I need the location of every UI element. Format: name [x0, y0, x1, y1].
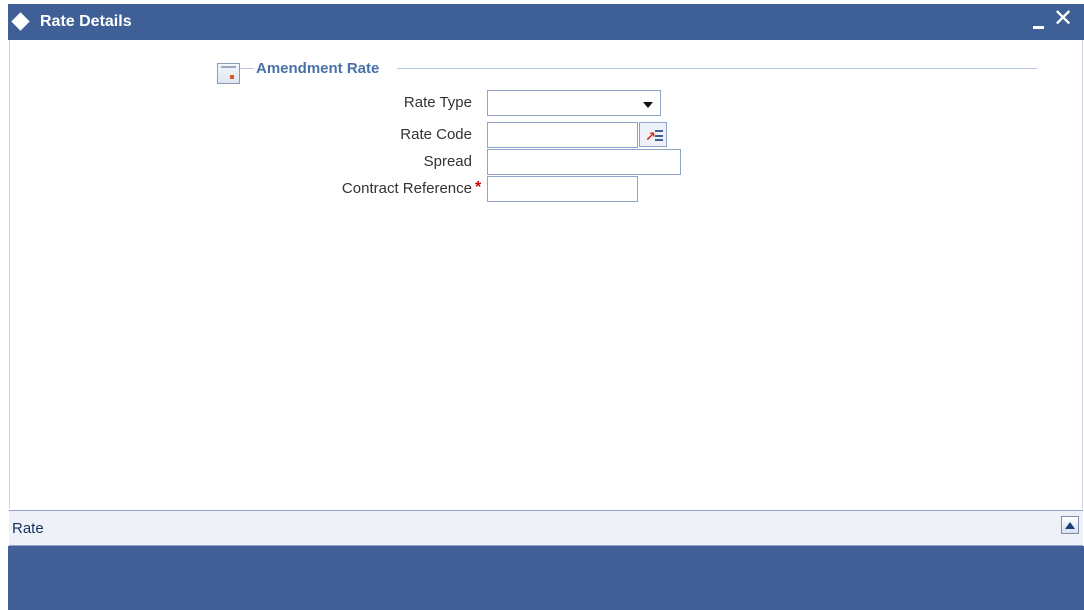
rate-type-select[interactable] — [487, 90, 661, 116]
rate-code-input[interactable] — [487, 122, 638, 148]
section-divider-left — [240, 68, 254, 69]
rate-details-window: Rate Details ✕ Amendment Rate Rate Type … — [8, 4, 1084, 610]
section-collapse-icon[interactable] — [217, 63, 240, 84]
rate-code-lookup-button[interactable]: ↗ — [639, 122, 667, 147]
scroll-up-icon[interactable] — [1061, 516, 1079, 534]
spread-label: Spread — [423, 153, 472, 170]
spread-input[interactable] — [487, 149, 681, 175]
rate-type-label: Rate Type — [403, 94, 472, 111]
required-indicator: * — [475, 179, 482, 196]
contract-reference-label: Contract Reference — [341, 180, 472, 197]
section-title: Amendment Rate — [256, 60, 380, 77]
form-content: Amendment Rate Rate Type Rate Code ↗ Spr… — [9, 40, 1083, 508]
rate-code-label: Rate Code — [400, 126, 472, 143]
section-divider — [397, 68, 1037, 69]
window-title: Rate Details — [40, 13, 132, 30]
minimize-button[interactable] — [1028, 7, 1050, 33]
bottom-tab-bar: Rate — [9, 510, 1083, 546]
diamond-icon — [11, 12, 30, 31]
list-lines-icon — [655, 130, 663, 141]
chevron-down-icon — [643, 102, 653, 108]
contract-reference-input[interactable] — [487, 176, 638, 202]
close-button[interactable]: ✕ — [1052, 7, 1074, 33]
tab-rate[interactable]: Rate — [12, 520, 44, 537]
window-footer — [8, 546, 1084, 610]
window-titlebar: Rate Details ✕ — [8, 4, 1084, 40]
